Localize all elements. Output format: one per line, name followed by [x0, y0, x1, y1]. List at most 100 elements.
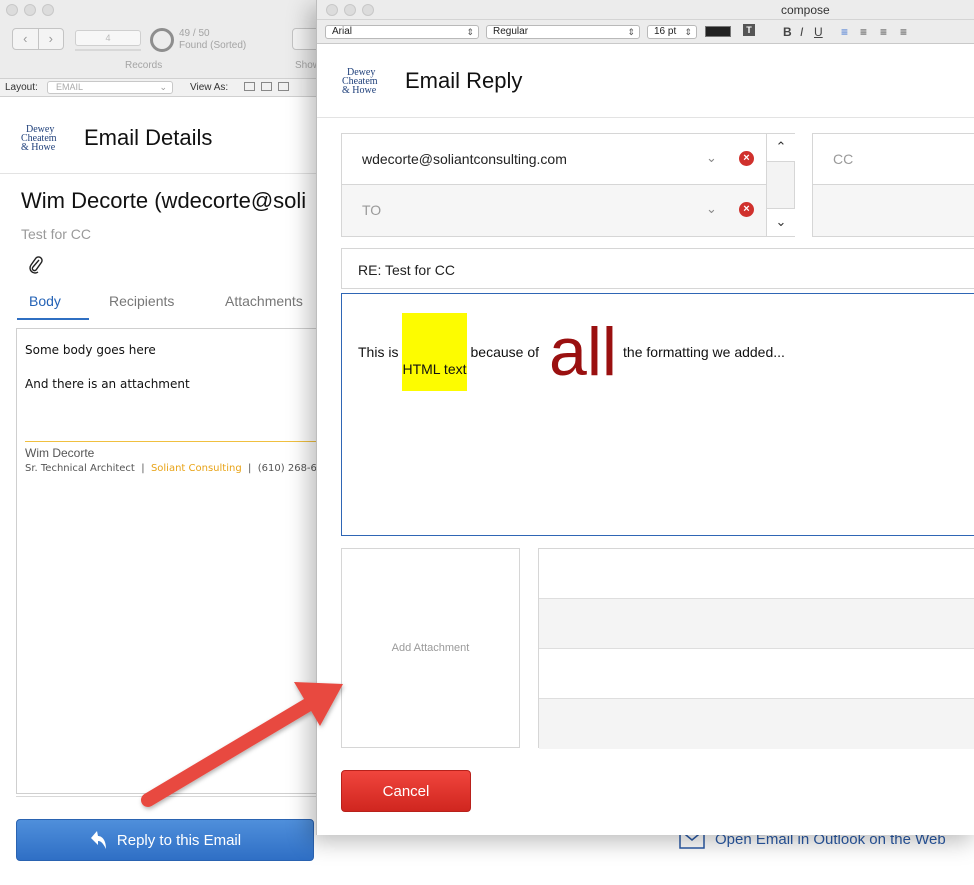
- next-record-button[interactable]: ›: [39, 29, 64, 49]
- divider: [317, 117, 974, 118]
- tab-body[interactable]: Body: [29, 293, 61, 309]
- cc-row[interactable]: [813, 185, 974, 236]
- cancel-button[interactable]: Cancel: [341, 770, 471, 812]
- align-justify-icon[interactable]: ≡: [900, 25, 907, 39]
- add-attachment-label: Add Attachment: [391, 642, 470, 654]
- bold-icon[interactable]: B: [783, 25, 792, 39]
- reply-arrow-icon: [90, 831, 106, 849]
- tab-attachments[interactable]: Attachments: [225, 293, 303, 309]
- scroll-down-icon[interactable]: ⌄: [767, 208, 795, 236]
- body-editor[interactable]: This is HTML text because of all the for…: [341, 293, 974, 536]
- records-pie-icon: [150, 28, 174, 52]
- view-as-buttons: [244, 82, 289, 91]
- underline-icon[interactable]: U: [814, 25, 823, 39]
- recipient-email[interactable]: wdecorte@soliantconsulting.com: [362, 151, 567, 167]
- logo-line: & Howe: [342, 85, 377, 96]
- body-line: Some body goes here: [25, 343, 156, 357]
- recipient-row: TO ⌄ ×: [342, 185, 766, 236]
- view-as-label: View As:: [190, 82, 229, 93]
- subject-value: RE: Test for CC: [358, 262, 455, 278]
- body-text-segment: This is: [358, 344, 399, 360]
- compose-window: compose Arial ⇕ Regular ⇕ 16 pt ⇕ T B I …: [316, 0, 974, 835]
- highlight-color-icon[interactable]: T: [743, 24, 755, 36]
- table-view-icon[interactable]: [278, 82, 289, 91]
- style-select[interactable]: Regular ⇕: [486, 25, 640, 39]
- paperclip-icon: [29, 256, 43, 279]
- zoom-window-button[interactable]: [42, 4, 54, 16]
- attachment-row[interactable]: [539, 699, 974, 749]
- minimize-window-button[interactable]: [24, 4, 36, 16]
- active-tab-indicator: [17, 318, 89, 320]
- record-navigation: ‹ ›: [12, 28, 64, 50]
- body-text-segment: because of: [470, 344, 540, 360]
- form-view-icon[interactable]: [244, 82, 255, 91]
- current-record-field[interactable]: 4: [75, 30, 141, 46]
- chevron-down-icon[interactable]: ⌄: [706, 150, 717, 166]
- scroll-up-icon[interactable]: ⌃: [767, 134, 795, 162]
- style-select-value: Regular: [493, 26, 529, 37]
- signature-company: Soliant Consulting: [150, 463, 242, 474]
- window-controls: [6, 4, 54, 16]
- signature-divider: [25, 441, 325, 442]
- attachments-list: [538, 548, 974, 749]
- cancel-button-label: Cancel: [382, 782, 430, 800]
- records-count-value: 49 / 50: [179, 28, 210, 39]
- list-view-icon[interactable]: [261, 82, 272, 91]
- attachment-row[interactable]: [539, 649, 974, 699]
- formatting-bar: Arial ⇕ Regular ⇕ 16 pt ⇕ T B I U ≡ ≡ ≡ …: [317, 20, 974, 44]
- company-logo: Dewey Cheatem & Howe: [21, 125, 57, 153]
- logo-line: & Howe: [21, 142, 56, 153]
- previous-record-button[interactable]: ‹: [13, 29, 39, 49]
- chevron-down-icon[interactable]: ⌄: [706, 201, 717, 217]
- records-label: Records: [125, 60, 163, 71]
- subject-field[interactable]: RE: Test for CC: [341, 248, 974, 289]
- attachment-row[interactable]: [539, 599, 974, 649]
- close-window-button[interactable]: [6, 4, 18, 16]
- font-select-value: Arial: [332, 26, 353, 37]
- minimize-window-button[interactable]: [344, 4, 356, 16]
- tab-recipients[interactable]: Recipients: [109, 293, 174, 309]
- add-attachment-button[interactable]: Add Attachment: [341, 548, 520, 748]
- text-color-swatch[interactable]: [705, 26, 731, 37]
- recipient-row: wdecorte@soliantconsulting.com ⌄ ×: [342, 134, 766, 185]
- cc-recipients-list: CC: [812, 133, 974, 237]
- window-title: compose: [781, 3, 830, 17]
- reply-button-label: Reply to this Email: [116, 831, 242, 849]
- email-body-panel: [16, 328, 336, 794]
- body-text: This is HTML text because of all the for…: [358, 312, 789, 392]
- layout-select-value: EMAIL: [56, 82, 84, 92]
- align-left-icon[interactable]: ≡: [841, 25, 848, 39]
- large-red-text: all: [549, 314, 618, 390]
- reply-button[interactable]: Reply to this Email: [16, 819, 314, 861]
- size-select[interactable]: 16 pt ⇕: [647, 25, 697, 39]
- layout-select[interactable]: EMAIL ⌄: [47, 81, 173, 94]
- records-status: Found (Sorted): [179, 40, 247, 51]
- signature-info: Sr. Technical Architect | Soliant Consul…: [25, 463, 317, 474]
- layout-label: Layout:: [5, 82, 38, 93]
- stepper-icon: ⇕: [627, 27, 635, 37]
- remove-recipient-icon[interactable]: ×: [739, 151, 754, 166]
- align-center-icon[interactable]: ≡: [860, 25, 867, 39]
- align-right-icon[interactable]: ≡: [880, 25, 887, 39]
- sender-name: Wim Decorte (wdecorte@soli: [21, 188, 307, 213]
- page-title: Email Reply: [405, 68, 523, 93]
- record-slider[interactable]: [75, 49, 141, 51]
- compose-titlebar: compose: [317, 0, 974, 20]
- layout-bar: Layout: EMAIL ⌄ View As:: [0, 79, 330, 97]
- email-details-window: ‹ › 4 49 / 50 Found (Sorted) Records Sho…: [0, 0, 336, 885]
- to-field-placeholder[interactable]: TO: [362, 202, 381, 218]
- remove-recipient-icon[interactable]: ×: [739, 202, 754, 217]
- attachment-row[interactable]: [539, 549, 974, 599]
- cc-field-placeholder: CC: [833, 151, 854, 167]
- font-select[interactable]: Arial ⇕: [325, 25, 479, 39]
- company-logo: Dewey Cheatem & Howe: [342, 68, 378, 96]
- zoom-window-button[interactable]: [362, 4, 374, 16]
- italic-icon[interactable]: I: [800, 25, 803, 39]
- cc-row[interactable]: CC: [813, 134, 974, 185]
- body-text-segment: the formatting we added...: [623, 344, 785, 360]
- chevron-down-icon: ⌄: [159, 82, 167, 92]
- email-subject: Test for CC: [21, 226, 92, 242]
- close-window-button[interactable]: [326, 4, 338, 16]
- signature-phone: (610) 268-6: [257, 463, 317, 474]
- recipient-scrollbar[interactable]: ⌃ ⌄: [766, 134, 795, 236]
